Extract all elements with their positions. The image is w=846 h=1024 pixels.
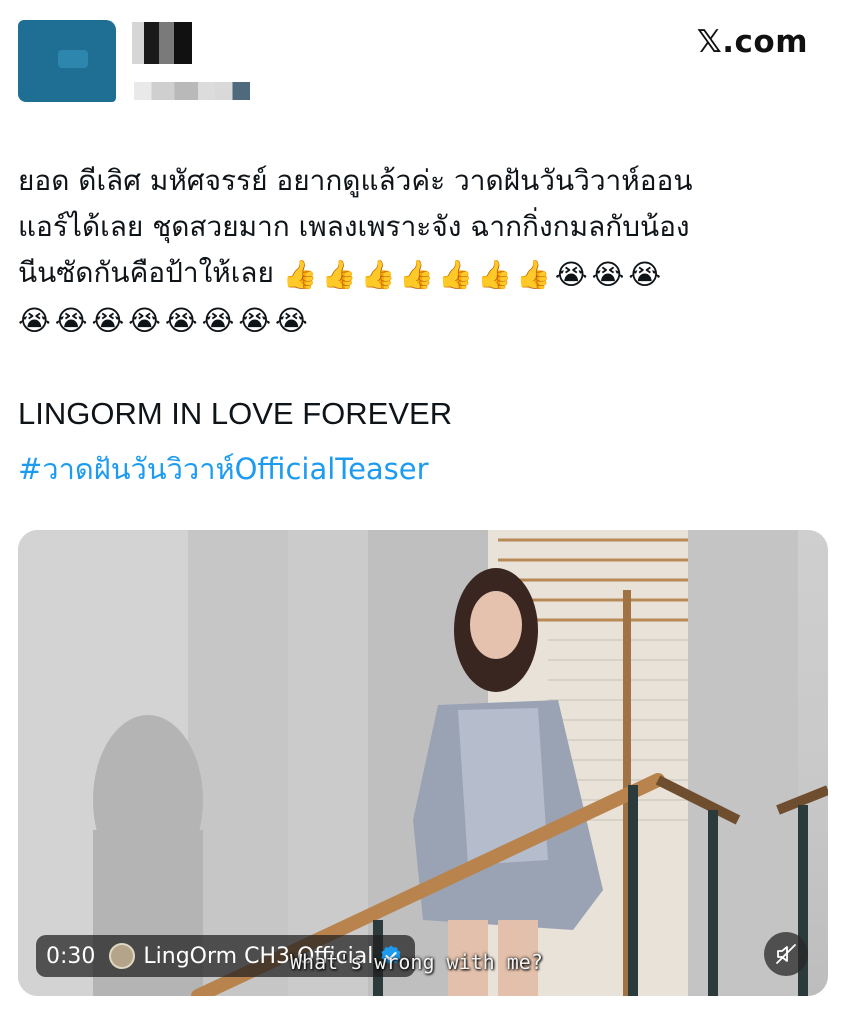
crying-face-emoji: 😭 (201, 304, 235, 337)
crying-face-emoji: 😭 (628, 258, 662, 291)
hashtag-link[interactable]: #วาดฝันวันวิวาห์OfficialTeaser (18, 446, 429, 492)
username-redacted (134, 82, 250, 100)
post-text-line: แอร์ได้เลย ชุดสวยมาก เพลงเพราะจัง ฉากกิ่… (18, 210, 690, 243)
muted-speaker-icon (776, 944, 796, 964)
thumbs-up-emoji: 👍 (477, 258, 513, 291)
post-text-line: ยอด ดีเลิศ มหัศจรรย์ อยากดูแล้วค่ะ วาดฝั… (18, 164, 693, 197)
emoji-row: 😭 😭 😭 😭 😭 😭 😭 😭 (18, 302, 312, 335)
post-text-line: 😭 😭 😭 😭 😭 😭 😭 😭 (18, 296, 818, 342)
post-tagline: LINGORM IN LOVE FOREVER (18, 396, 453, 431)
crying-face-emoji: 😭 (275, 304, 308, 337)
video-duration: 0:30 (46, 943, 96, 969)
post-text: ยอด ดีเลิศ มหัศจรรย์ อยากดูแล้วค่ะ วาดฝั… (18, 158, 818, 342)
thumbs-up-emoji: 👍 (282, 258, 318, 291)
crying-face-emoji: 😭 (91, 304, 125, 337)
mute-button[interactable] (764, 932, 808, 976)
x-logo: 𝕏.com (696, 24, 808, 60)
thumbs-up-emoji: 👍 (516, 258, 551, 291)
crying-face-emoji: 😭 (591, 258, 625, 291)
crying-face-emoji: 😭 (238, 304, 272, 337)
thumbs-up-emoji: 👍 (438, 258, 474, 291)
crying-face-emoji: 😭 (554, 258, 588, 291)
crying-face-emoji: 😭 (54, 304, 88, 337)
video-player[interactable] (18, 530, 828, 996)
display-name-redacted[interactable] (132, 22, 192, 64)
thumbs-up-emoji: 👍 (321, 258, 357, 291)
thumbs-up-emoji: 👍 (399, 258, 435, 291)
crying-face-emoji: 😭 (18, 304, 51, 337)
video-subtitle: What's wrong with me? (290, 950, 543, 974)
channel-avatar (109, 943, 136, 969)
crying-face-emoji: 😭 (164, 304, 198, 337)
post-text-line: นีนซัดกันคือป้าให้เลย 👍 👍 👍 👍 👍 👍 👍 😭 😭 😭 (18, 250, 818, 296)
emoji-row: 👍 👍 👍 👍 👍 👍 👍 😭 😭 😭 (283, 256, 665, 289)
crying-face-emoji: 😭 (128, 304, 161, 337)
thumbs-up-emoji: 👍 (360, 258, 396, 291)
video-frame (18, 530, 828, 996)
avatar[interactable] (18, 20, 116, 102)
